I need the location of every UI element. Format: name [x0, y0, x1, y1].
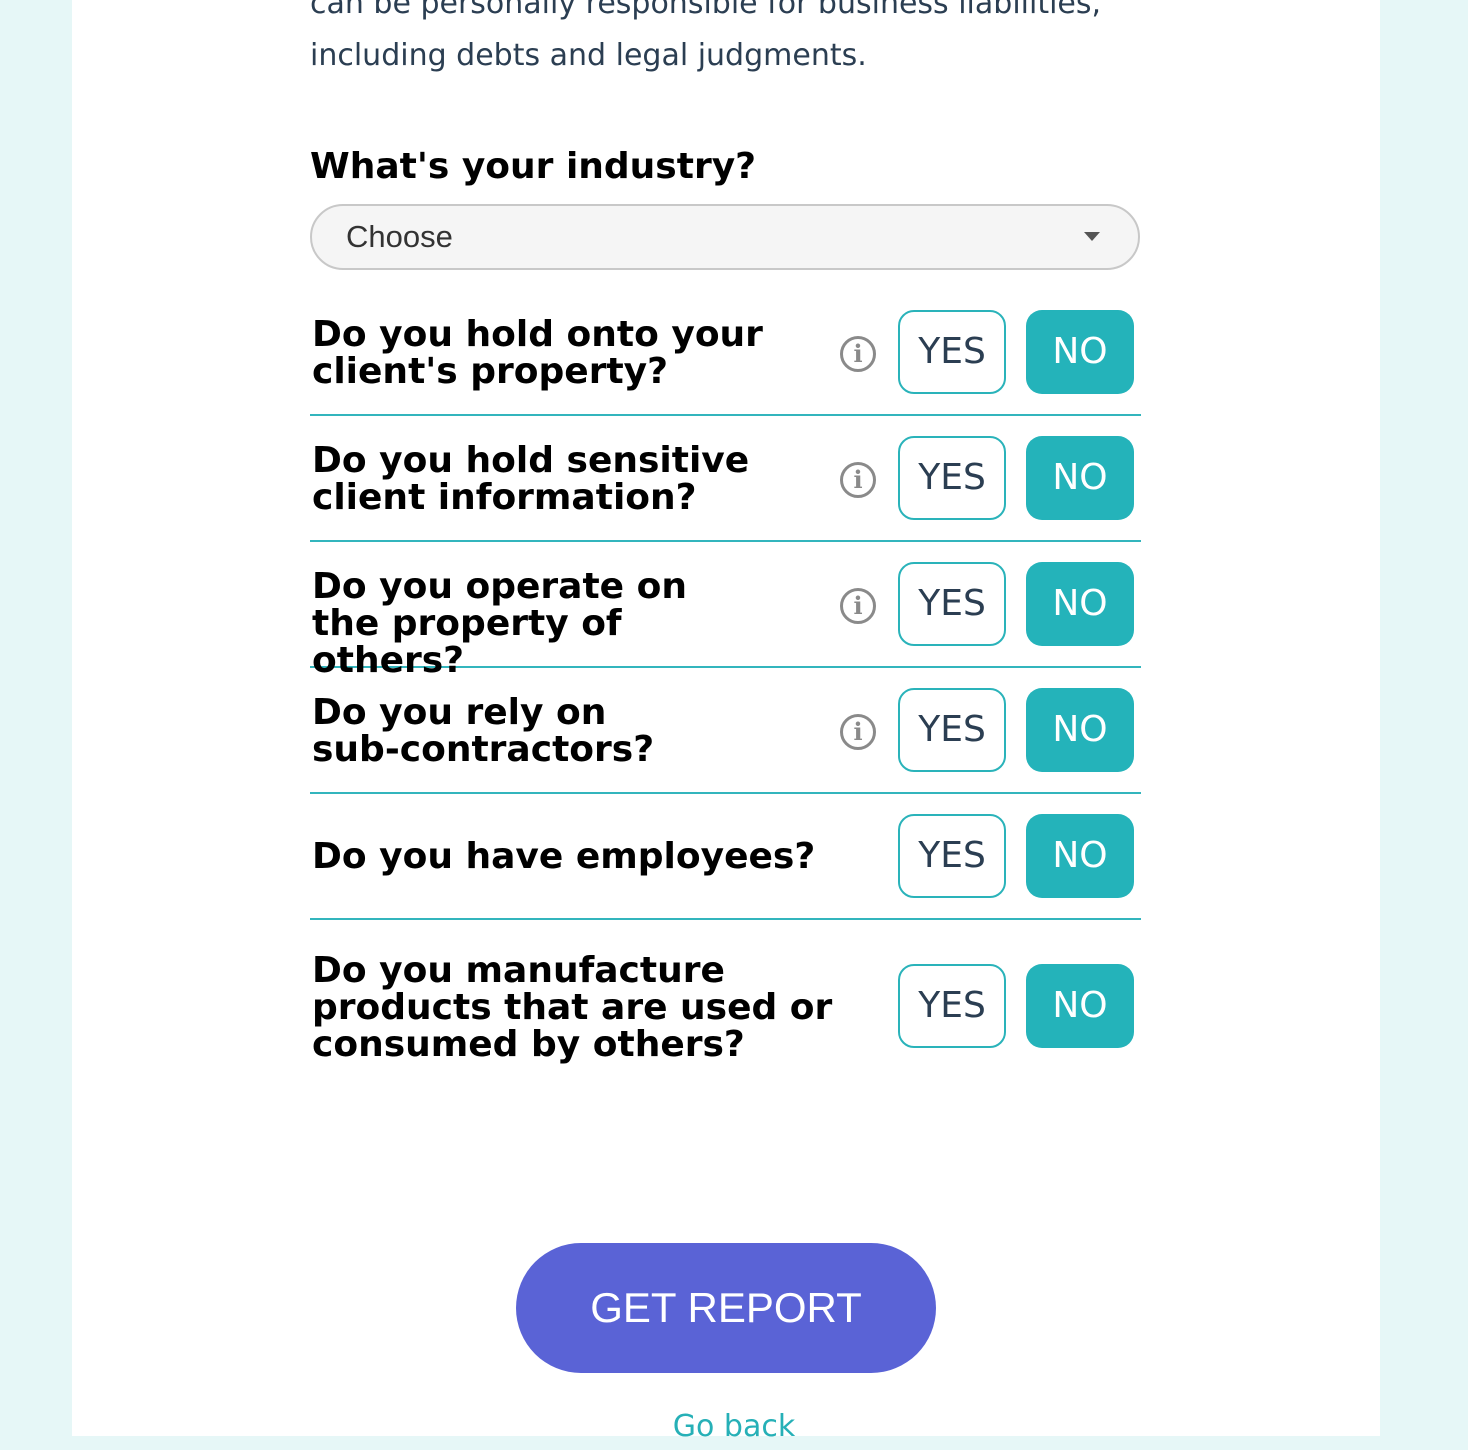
intro-text: can be personally responsible for busine… — [310, 0, 1150, 82]
no-button[interactable]: NO — [1026, 688, 1134, 772]
question-text: Do you rely on sub-contractors? — [312, 692, 655, 770]
question-row-employees: Do you have employees? YES NO — [310, 794, 1141, 920]
question-text: Do you hold onto your client's property? — [312, 314, 763, 392]
yes-button[interactable]: YES — [898, 562, 1006, 646]
question-row-operate-property: Do you operate on the property of others… — [310, 542, 1141, 679]
industry-select[interactable]: Choose — [310, 204, 1140, 270]
question-row-manufacture: Do you manufacture products that are use… — [310, 920, 1141, 1080]
question-text: Do you operate on the property of others… — [312, 566, 687, 681]
info-icon[interactable]: i — [840, 462, 876, 498]
caret-down-icon — [1084, 232, 1100, 241]
no-button[interactable]: NO — [1026, 964, 1134, 1048]
question-text: Do you manufacture products that are use… — [312, 950, 833, 1065]
industry-label: What's your industry? — [310, 146, 757, 187]
info-icon[interactable]: i — [840, 714, 876, 750]
question-row-client-property: Do you hold onto your client's property?… — [310, 290, 1141, 416]
question-row-sensitive-info: Do you hold sensitive client information… — [310, 416, 1141, 542]
intro-line-1: can be personally responsible for busine… — [310, 0, 1102, 21]
intro-line-2: including debts and legal judgments. — [310, 38, 867, 73]
yes-button[interactable]: YES — [898, 688, 1006, 772]
yes-button[interactable]: YES — [898, 814, 1006, 898]
no-button[interactable]: NO — [1026, 310, 1134, 394]
question-text: Do you hold sensitive client information… — [312, 440, 750, 518]
info-icon[interactable]: i — [840, 588, 876, 624]
go-back-link[interactable]: Go back — [0, 1404, 1468, 1450]
question-row-subcontractors: Do you rely on sub-contractors? i YES NO — [310, 668, 1141, 794]
yes-button[interactable]: YES — [898, 964, 1006, 1048]
no-button[interactable]: NO — [1026, 562, 1134, 646]
no-button[interactable]: NO — [1026, 814, 1134, 898]
question-text: Do you have employees? — [312, 836, 816, 877]
yes-button[interactable]: YES — [898, 436, 1006, 520]
info-icon[interactable]: i — [840, 336, 876, 372]
industry-select-value: Choose — [346, 219, 453, 254]
no-button[interactable]: NO — [1026, 436, 1134, 520]
yes-button[interactable]: YES — [898, 310, 1006, 394]
get-report-button[interactable]: GET REPORT — [516, 1243, 936, 1373]
